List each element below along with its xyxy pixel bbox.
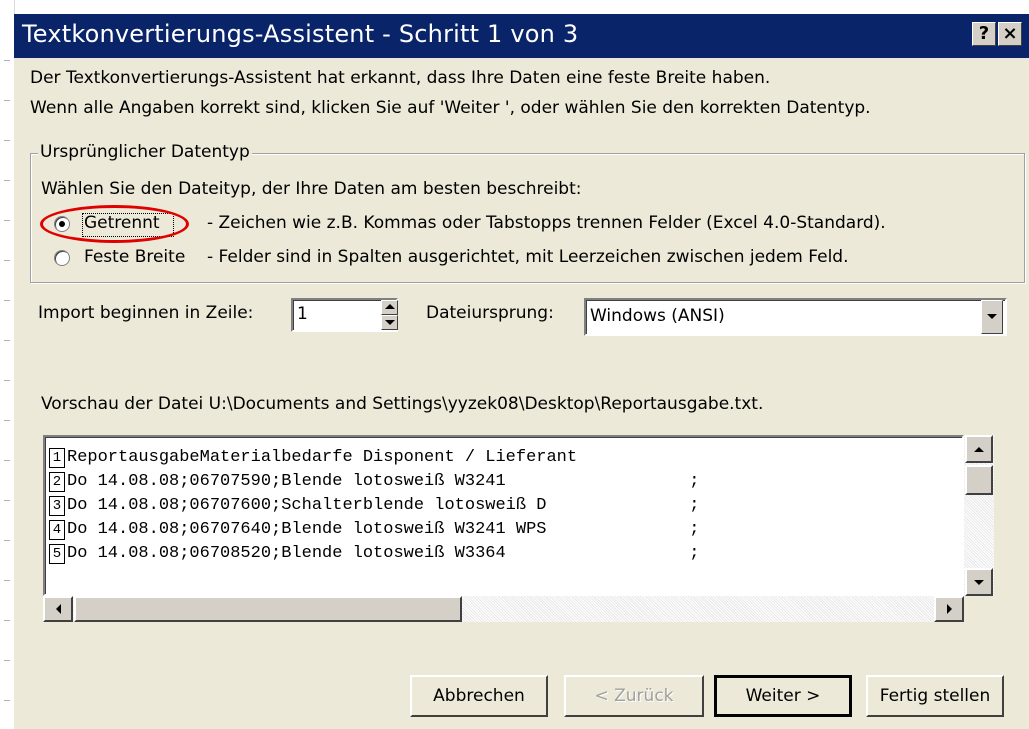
next-button[interactable]: Weiter > — [714, 675, 852, 717]
radio-getrennt[interactable] — [54, 216, 70, 232]
preview-row-text: Do 14.08.08;06708520;Blende lotosweiß W3… — [67, 544, 700, 563]
start-row-spin-down[interactable] — [381, 315, 398, 330]
scroll-left-button[interactable] — [43, 596, 73, 622]
preview-row-number: 1 — [49, 448, 65, 468]
vertical-scroll-thumb[interactable] — [965, 465, 993, 495]
preview-row-number: 3 — [49, 496, 65, 516]
file-origin-label: Dateiursprung: — [426, 303, 554, 323]
file-origin-select[interactable]: Windows (ANSI) — [584, 298, 1007, 336]
file-origin-dropdown-button[interactable] — [981, 300, 1003, 334]
finish-button[interactable]: Fertig stellen — [866, 675, 1004, 717]
preview-row: 1 ReportausgabeMaterialbedarfe Disponent … — [49, 446, 577, 470]
preview-pane[interactable]: 1 ReportausgabeMaterialbedarfe Disponent … — [43, 435, 964, 596]
left-ruler — [0, 0, 15, 729]
preview-row: 4 Do 14.08.08;06707640;Blende lotosweiß W… — [49, 518, 700, 542]
arrow-up-icon — [974, 446, 984, 452]
preview-row: 3 Do 14.08.08;06707600;Schalterblende lot… — [49, 494, 700, 518]
title-bar[interactable]: Textkonvertierungs-Assistent - Schritt 1… — [14, 14, 1029, 58]
arrow-down-icon — [974, 579, 984, 585]
arrow-down-icon — [384, 320, 395, 325]
data-type-legend: Ursprünglicher Datentyp — [38, 142, 252, 162]
radio-getrennt-label[interactable]: Getrennt — [84, 213, 160, 233]
help-button[interactable]: ? — [972, 22, 996, 46]
arrow-up-icon — [384, 304, 395, 309]
radio-getrennt-description: - Zeichen wie z.B. Kommas oder Tabstopps… — [207, 213, 886, 233]
preview-row-number: 5 — [49, 544, 65, 564]
horizontal-scroll-thumb[interactable] — [74, 596, 462, 622]
close-button[interactable]: × — [998, 22, 1022, 46]
cancel-button[interactable]: Abbrechen — [410, 675, 548, 717]
data-type-instruction: Wählen Sie den Dateityp, der Ihre Daten … — [41, 179, 582, 199]
preview-vertical-scrollbar[interactable] — [964, 435, 994, 596]
scroll-down-button[interactable] — [965, 568, 993, 596]
intro-line-2: Wenn alle Angaben korrekt sind, klicken … — [30, 98, 871, 118]
arrow-left-icon — [55, 604, 61, 614]
scroll-up-button[interactable] — [965, 435, 993, 463]
preview-row-text: Do 14.08.08;06707600;Schalterblende loto… — [67, 496, 700, 515]
preview-row: 5 Do 14.08.08;06708520;Blende lotosweiß W… — [49, 542, 700, 566]
preview-row-text: Do 14.08.08;06707640;Blende lotosweiß W3… — [67, 520, 700, 539]
start-row-label: Import beginnen in Zeile: — [38, 303, 254, 323]
preview-horizontal-scrollbar[interactable] — [43, 596, 964, 622]
radio-selected-dot — [59, 221, 65, 227]
start-row-value: 1 — [297, 304, 308, 324]
preview-label: Vorschau der Datei U:\Documents and Sett… — [41, 394, 764, 414]
file-origin-value: Windows (ANSI) — [590, 306, 725, 326]
back-button[interactable]: < Zurück — [564, 675, 704, 717]
scroll-right-button[interactable] — [934, 596, 964, 622]
radio-feste-breite[interactable] — [54, 250, 70, 266]
radio-feste-breite-label[interactable]: Feste Breite — [84, 247, 185, 267]
start-row-spin-up[interactable] — [381, 300, 398, 315]
preview-row-text: Do 14.08.08;06707590;Blende lotosweiß W3… — [67, 472, 700, 491]
text-import-wizard-dialog: Textkonvertierungs-Assistent - Schritt 1… — [14, 14, 1029, 729]
chevron-down-icon — [987, 314, 997, 319]
preview-row-text: ReportausgabeMaterialbedarfe Disponent /… — [67, 448, 578, 467]
preview-row-number: 2 — [49, 472, 65, 492]
window-title: Textkonvertierungs-Assistent - Schritt 1… — [22, 20, 579, 48]
arrow-right-icon — [946, 604, 952, 614]
radio-feste-breite-description: - Felder sind in Spalten ausgerichtet, m… — [207, 247, 849, 267]
intro-line-1: Der Textkonvertierungs-Assistent hat erk… — [30, 68, 771, 88]
preview-row-number: 4 — [49, 520, 65, 540]
preview-row: 2 Do 14.08.08;06707590;Blende lotosweiß W… — [49, 470, 700, 494]
